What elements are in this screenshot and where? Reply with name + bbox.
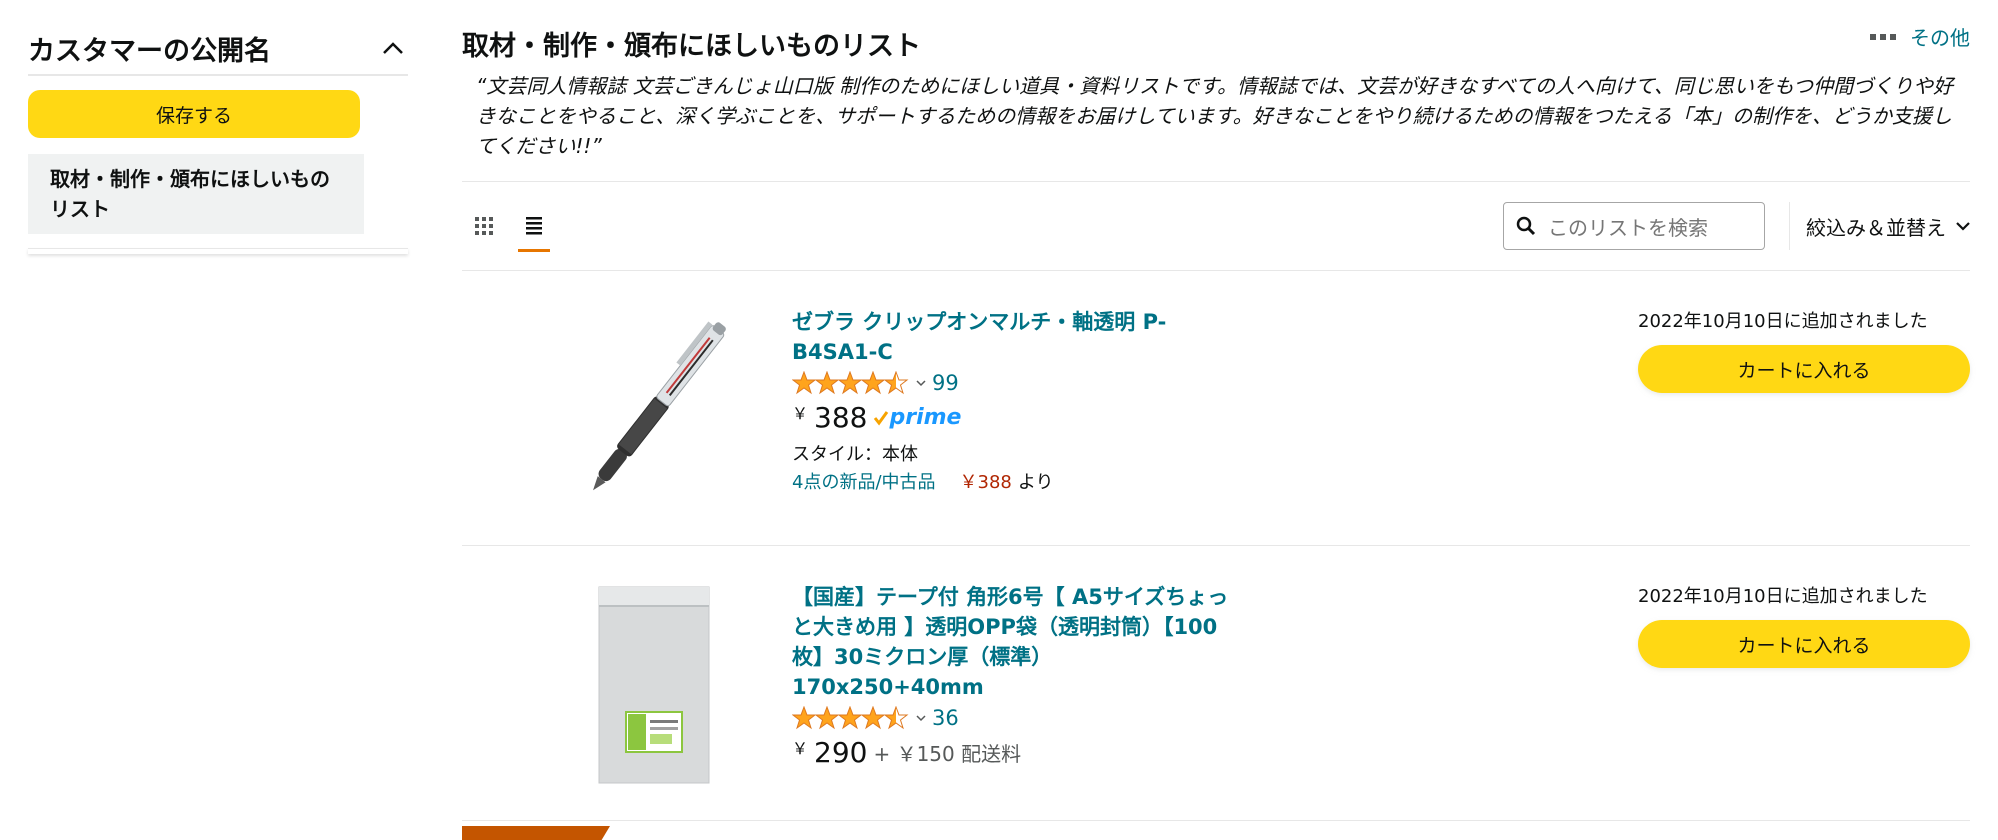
review-count[interactable]: 36 [932,706,959,730]
rating-row[interactable]: 99 [792,371,1192,395]
sidebar-list-item[interactable]: 取材・制作・頒布にほしいものリスト [28,154,364,234]
currency-symbol: ￥ [792,739,809,758]
search-icon [1516,216,1536,236]
more-label: その他 [1910,26,1970,50]
price-row: ￥ 388 prime [792,401,1192,434]
star-rating-icon [792,706,910,730]
list-search-input[interactable]: このリストを検索 [1503,202,1765,250]
star-rating-icon [792,371,910,395]
list-description: “文芸同人情報誌 文芸ごきんじょ山口版 制作のためにほしい道具・資料リストです。… [476,74,1954,158]
item-title-link[interactable]: ゼブラ クリップオンマルチ・軸透明 P-B4SA1-C [792,307,1192,367]
chevron-down-icon [916,715,926,722]
product-image-pen[interactable] [562,307,762,501]
list-view-icon[interactable] [518,200,550,252]
currency-symbol: ￥ [792,404,809,423]
add-to-cart-button[interactable]: カートに入れる [1638,345,1970,393]
view-toggle [468,196,550,256]
prime-check-icon [874,410,889,425]
item-info: ゼブラ クリップオンマルチ・軸透明 P-B4SA1-C 99 ￥ 388 pri… [792,307,1192,494]
grid-view-icon[interactable] [468,200,500,252]
toolbar-separator [1789,202,1790,250]
chevron-down-icon [1956,222,1970,231]
add-to-cart-button[interactable]: カートに入れる [1638,620,1970,668]
rating-row[interactable]: 36 [792,706,1232,730]
prime-badge: prime [873,405,961,430]
more-menu[interactable]: その他 [1870,22,1970,51]
list-tools: このリストを検索 絞込み＆並替え [1503,202,1970,250]
main-content: 取材・制作・頒布にほしいものリスト その他 “文芸同人情報誌 文芸ごきんじょ山口… [462,22,1970,821]
item-actions: 2022年10月10日に追加されました カートに入れる [1638,582,1970,668]
item-style: スタイル：本体 [792,444,918,465]
item-title-link[interactable]: 【国産】テープ付 角形6号【 A5サイズちょっと大きめ用 】透明OPP袋（透明封… [792,582,1232,702]
chevron-down-icon [916,380,926,387]
item-price: 290 [814,736,868,769]
filter-sort-label: 絞込み＆並替え [1806,215,1946,240]
filter-sort-button[interactable]: 絞込み＆並替え [1806,212,1970,241]
public-name-heading: カスタマーの公開名 [28,35,271,67]
sidebar-header: カスタマーの公開名 [28,28,408,76]
item-actions: 2022年10月10日に追加されました カートに入れる [1638,307,1970,393]
shipping-fee: + ￥150 配送料 [873,742,1022,766]
product-image-opp-bag[interactable] [598,586,710,788]
price-row: ￥ 290 + ￥150 配送料 [792,736,1232,769]
prime-label: prime [889,405,962,430]
divider [462,820,1970,821]
sidebar: カスタマーの公開名 保存する 取材・制作・頒布にほしいものリスト [28,28,408,254]
item-price: 388 [814,401,868,434]
offers-link[interactable]: 4点の新品/中古品 [792,468,936,494]
chevron-up-icon[interactable] [378,33,408,63]
list-header: 取材・制作・頒布にほしいものリスト その他 [462,22,1970,63]
offer-price: ￥388 [959,472,1012,493]
list-toolbar: このリストを検索 絞込み＆並替え [462,182,1970,270]
item-info: 【国産】テープ付 角形6号【 A5サイズちょっと大きめ用 】透明OPP袋（透明封… [792,582,1232,769]
offers-row: 4点の新品/中古品 ￥388 より [792,468,1192,494]
added-date: 2022年10月10日に追加されました [1638,586,1928,607]
list-item: ゼブラ クリップオンマルチ・軸透明 P-B4SA1-C 99 ￥ 388 pri… [462,271,1970,545]
added-date: 2022年10月10日に追加されました [1638,311,1928,332]
sidebar-divider [28,248,408,254]
bestseller-badge [462,826,610,840]
offer-suffix: より [1017,472,1054,493]
save-button[interactable]: 保存する [28,90,360,138]
more-dots-icon [1870,33,1896,40]
list-title: 取材・制作・頒布にほしいものリスト [462,31,921,62]
search-placeholder: このリストを検索 [1548,215,1708,240]
list-item: 【国産】テープ付 角形6号【 A5サイズちょっと大きめ用 】透明OPP袋（透明封… [462,546,1970,820]
review-count[interactable]: 99 [932,371,959,395]
